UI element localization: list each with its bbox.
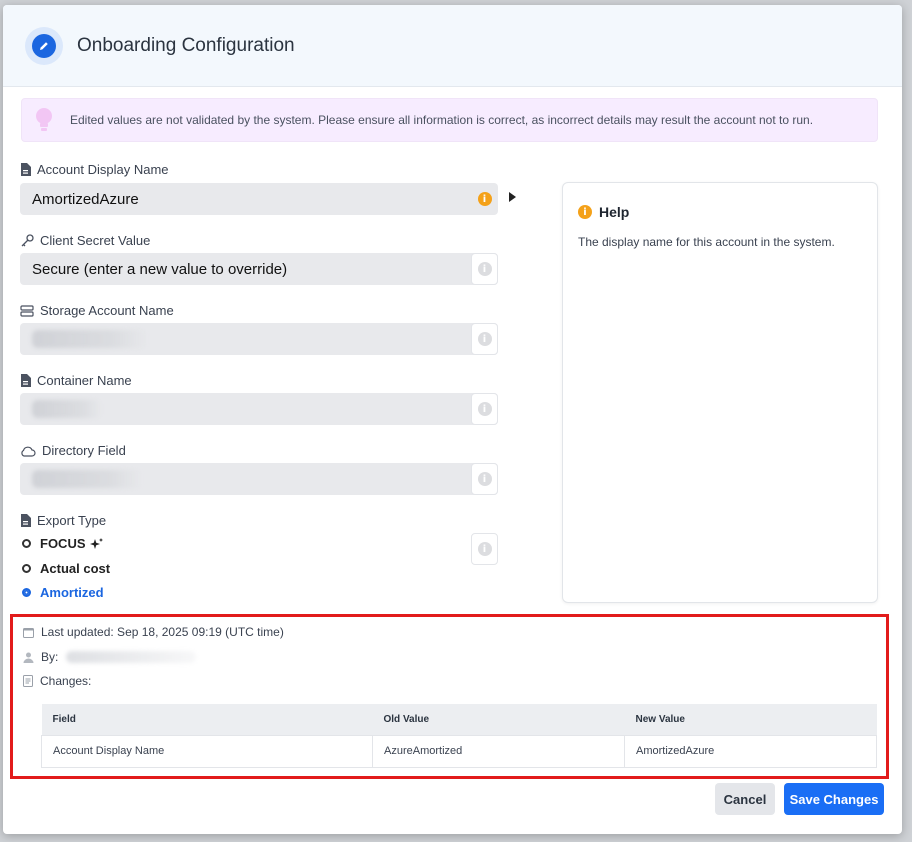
redacted-user [66, 651, 197, 663]
storage-icon [20, 304, 34, 317]
validation-warning: Edited values are not validated by the s… [21, 98, 878, 142]
cell-field: Account Display Name [41, 734, 373, 768]
redacted-value [32, 470, 142, 488]
client-secret-value-label: Client Secret Value [20, 233, 150, 248]
expand-arrow-icon[interactable] [509, 192, 516, 202]
cell-old-value: AzureAmortized [372, 734, 625, 768]
export-type-option-amortized[interactable]: Amortized [22, 585, 104, 600]
account-display-name-input[interactable]: AmortizedAzure [20, 183, 498, 215]
dialog-header: Onboarding Configuration [3, 5, 902, 87]
calendar-icon [23, 627, 34, 638]
directory-field-info-button[interactable]: i [471, 463, 498, 495]
radio-button-checked[interactable] [22, 588, 31, 597]
container-name-info-button[interactable]: i [471, 393, 498, 425]
change-history-section: Last updated: Sep 18, 2025 09:19 (UTC ti… [10, 614, 889, 779]
info-icon: i [477, 192, 492, 206]
save-changes-button[interactable]: Save Changes [784, 783, 884, 815]
radio-button[interactable] [22, 564, 31, 573]
info-icon: i [477, 472, 492, 486]
storage-account-info-button[interactable]: i [471, 323, 498, 355]
changes-document-icon [23, 675, 33, 687]
user-icon [23, 652, 34, 663]
onboarding-configuration-dialog: Onboarding Configuration Edited values a… [3, 5, 902, 834]
changes-row: Changes: [23, 674, 91, 688]
column-header-field: Field [41, 704, 373, 735]
export-type-option-focus[interactable]: FOCUS [22, 536, 104, 551]
container-name-label: Container Name [20, 373, 132, 388]
info-icon: i [477, 262, 492, 276]
table-header-row: Field Old Value New Value [41, 704, 877, 735]
info-icon: i [578, 205, 592, 219]
updated-by-row: By: [23, 650, 197, 664]
warning-text: Edited values are not validated by the s… [70, 113, 814, 127]
export-type-option-actual-cost[interactable]: Actual cost [22, 561, 110, 576]
changes-label: Changes: [40, 674, 92, 688]
client-secret-value-input[interactable]: Secure (enter a new value to override) [20, 253, 498, 285]
account-display-name-label: Account Display Name [20, 162, 169, 177]
sparkle-icon [89, 537, 103, 549]
document-icon [21, 163, 31, 176]
cell-new-value: AmortizedAzure [624, 734, 877, 768]
dialog-title: Onboarding Configuration [77, 34, 295, 56]
edit-icon [25, 26, 63, 65]
client-secret-info-button[interactable]: i [471, 253, 498, 285]
account-display-name-info-button[interactable]: i [471, 183, 498, 215]
column-header-old-value: Old Value [372, 704, 625, 735]
export-type-info-button[interactable]: i [471, 533, 498, 565]
changes-table: Field Old Value New Value Account Displa… [41, 704, 877, 768]
help-panel: i Help The display name for this account… [562, 182, 878, 603]
cloud-icon [21, 446, 36, 457]
key-icon [21, 234, 34, 247]
info-icon: i [477, 542, 492, 556]
column-header-new-value: New Value [624, 704, 877, 735]
storage-account-name-input[interactable] [20, 323, 498, 355]
document-icon [21, 514, 31, 527]
storage-account-name-label: Storage Account Name [20, 303, 174, 318]
document-icon [21, 374, 31, 387]
help-title: i Help [578, 204, 629, 220]
cancel-button[interactable]: Cancel [715, 783, 775, 815]
redacted-value [32, 400, 102, 418]
info-icon: i [477, 332, 492, 346]
container-name-input[interactable] [20, 393, 498, 425]
radio-button[interactable] [22, 539, 31, 548]
lightbulb-icon [36, 108, 52, 131]
export-type-label: Export Type [20, 513, 106, 528]
directory-field-label: Directory Field [20, 443, 126, 458]
last-updated-row: Last updated: Sep 18, 2025 09:19 (UTC ti… [23, 625, 284, 639]
last-updated-text: Last updated: Sep 18, 2025 09:19 (UTC ti… [41, 625, 284, 639]
table-row: Account Display Name AzureAmortized Amor… [41, 734, 877, 768]
directory-field-input[interactable] [20, 463, 498, 495]
info-icon: i [477, 402, 492, 416]
help-text: The display name for this account in the… [578, 235, 835, 249]
by-label: By: [41, 650, 59, 664]
redacted-value [32, 330, 147, 348]
